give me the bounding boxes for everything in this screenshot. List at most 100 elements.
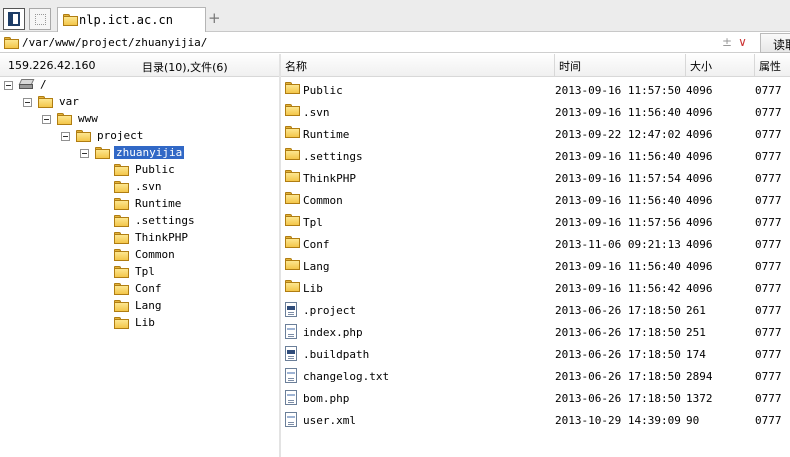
- file-size: 4096: [686, 172, 713, 185]
- file-time: 2013-09-16 11:57:56: [555, 216, 681, 229]
- file-size: 90: [686, 414, 700, 427]
- folder-icon: [285, 104, 300, 116]
- file-time: 2013-09-16 11:56:40: [555, 106, 681, 119]
- file-row[interactable]: bom.php 2013-06-26 17:18:50 1372 0777: [281, 387, 790, 409]
- folder-icon: [285, 214, 300, 226]
- file-attr: 0777: [755, 216, 782, 229]
- window-icon: [35, 14, 46, 25]
- file-name: Conf: [303, 238, 330, 251]
- file-size: 4096: [686, 282, 713, 295]
- file-row[interactable]: index.php 2013-06-26 17:18:50 251 0777: [281, 321, 790, 343]
- file-time: 2013-11-06 09:21:13: [555, 238, 681, 251]
- open-folder-icon: [95, 147, 110, 159]
- file-row[interactable]: user.xml 2013-10-29 14:39:09 90 0777: [281, 409, 790, 431]
- doc-icon: [285, 368, 297, 383]
- file-time: 2013-06-26 17:18:50: [555, 370, 681, 383]
- tree-item-label: var: [59, 95, 79, 108]
- file-row[interactable]: ThinkPHP 2013-09-16 11:57:54 4096 0777: [281, 167, 790, 189]
- file-row[interactable]: .buildpath 2013-06-26 17:18:50 174 0777: [281, 343, 790, 365]
- file-attr: 0777: [755, 304, 782, 317]
- file-row[interactable]: Conf 2013-11-06 09:21:13 4096 0777: [281, 233, 790, 255]
- tree-item-label: Common: [135, 248, 175, 261]
- file-time: 2013-09-22 12:47:02: [555, 128, 681, 141]
- file-row[interactable]: Public 2013-09-16 11:57:50 4096 0777: [281, 79, 790, 101]
- item-count: 目录(10),文件(6): [142, 61, 228, 74]
- folder-icon: [4, 37, 19, 49]
- collapse-toggle-icon[interactable]: [80, 149, 89, 158]
- folder-icon: [114, 198, 129, 210]
- file-row[interactable]: Lang 2013-09-16 11:56:40 4096 0777: [281, 255, 790, 277]
- file-time: 2013-09-16 11:57:54: [555, 172, 681, 185]
- file-size: 174: [686, 348, 706, 361]
- file-row[interactable]: Tpl 2013-09-16 11:57:56 4096 0777: [281, 211, 790, 233]
- folder-icon: [285, 82, 300, 94]
- file-row[interactable]: changelog.txt 2013-06-26 17:18:50 2894 0777: [281, 365, 790, 387]
- collapse-toggle-icon[interactable]: [42, 115, 51, 124]
- folder-icon: [76, 130, 91, 142]
- path-input[interactable]: [22, 36, 712, 49]
- folder-icon: [285, 126, 300, 138]
- file-attr: 0777: [755, 106, 782, 119]
- column-size[interactable]: 大小: [685, 54, 754, 77]
- collapse-toggle-icon[interactable]: [4, 81, 13, 90]
- tree-item-label: Runtime: [135, 197, 182, 210]
- file-time: 2013-09-16 11:56:40: [555, 150, 681, 163]
- path-bar: ±∨: [0, 33, 790, 53]
- file-time: 2013-06-26 17:18:50: [555, 348, 681, 361]
- file-attr: 0777: [755, 282, 782, 295]
- tree-item-label: Lib: [135, 316, 155, 329]
- new-window-button[interactable]: [29, 8, 51, 30]
- tree-item-label: /: [40, 78, 47, 91]
- file-name: .svn: [303, 106, 330, 119]
- file-attr: 0777: [755, 260, 782, 273]
- file-row[interactable]: Runtime 2013-09-22 12:47:02 4096 0777: [281, 123, 790, 145]
- file-attr: 0777: [755, 128, 782, 141]
- folder-icon: [114, 249, 129, 261]
- column-time[interactable]: 时间: [554, 54, 685, 77]
- file-size: 4096: [686, 106, 713, 119]
- file-row[interactable]: .settings 2013-09-16 11:56:40 4096 0777: [281, 145, 790, 167]
- file-row[interactable]: Lib 2013-09-16 11:56:42 4096 0777: [281, 277, 790, 299]
- tab-title: nlp.ict.ac.cn: [79, 13, 173, 27]
- file-size: 4096: [686, 128, 713, 141]
- file-name: user.xml: [303, 414, 356, 427]
- file-name: Tpl: [303, 216, 323, 229]
- file-name: .buildpath: [303, 348, 370, 361]
- file-attr: 0777: [755, 370, 782, 383]
- file-size: 4096: [686, 150, 713, 163]
- column-name[interactable]: 名称: [281, 54, 554, 77]
- file-row[interactable]: Common 2013-09-16 11:56:40 4096 0777: [281, 189, 790, 211]
- collapse-toggle-icon[interactable]: [61, 132, 70, 141]
- file-name: .project: [303, 304, 356, 317]
- file-attr: 0777: [755, 238, 782, 251]
- file-size: 4096: [686, 238, 713, 251]
- file-row[interactable]: .project 2013-06-26 17:18:50 261 0777: [281, 299, 790, 321]
- column-attr[interactable]: 属性: [754, 54, 790, 77]
- tree-item-label: ThinkPHP: [135, 231, 188, 244]
- file-time: 2013-10-29 14:39:09: [555, 414, 681, 427]
- panel-toggle-button[interactable]: [3, 8, 25, 30]
- file-time: 2013-06-26 17:18:50: [555, 304, 681, 317]
- server-ip: 159.226.42.160: [8, 59, 96, 72]
- file-name: ThinkPHP: [303, 172, 356, 185]
- file-name: bom.php: [303, 392, 350, 405]
- tab-site[interactable]: nlp.ict.ac.cn: [57, 7, 206, 32]
- folder-icon: [63, 14, 78, 26]
- read-button[interactable]: 读取: [760, 33, 790, 53]
- file-time: 2013-09-16 11:57:50: [555, 84, 681, 97]
- file-time: 2013-06-26 17:18:50: [555, 326, 681, 339]
- folder-icon: [285, 258, 300, 270]
- history-dropdown-icon[interactable]: ∨: [738, 35, 747, 49]
- file-size: 4096: [686, 84, 713, 97]
- file-attr: 0777: [755, 172, 782, 185]
- file-name: Lib: [303, 282, 323, 295]
- tree-item-label: Conf: [135, 282, 162, 295]
- add-tab-button[interactable]: +: [208, 9, 221, 27]
- tree-item-label: project: [97, 129, 144, 142]
- collapse-toggle-icon[interactable]: [23, 98, 32, 107]
- up-dir-icon[interactable]: ±: [722, 35, 732, 49]
- tree-item-label: www: [78, 112, 98, 125]
- list-header: 名称 时间 大小 属性: [281, 54, 790, 77]
- doc-icon: [285, 412, 297, 427]
- file-row[interactable]: .svn 2013-09-16 11:56:40 4096 0777: [281, 101, 790, 123]
